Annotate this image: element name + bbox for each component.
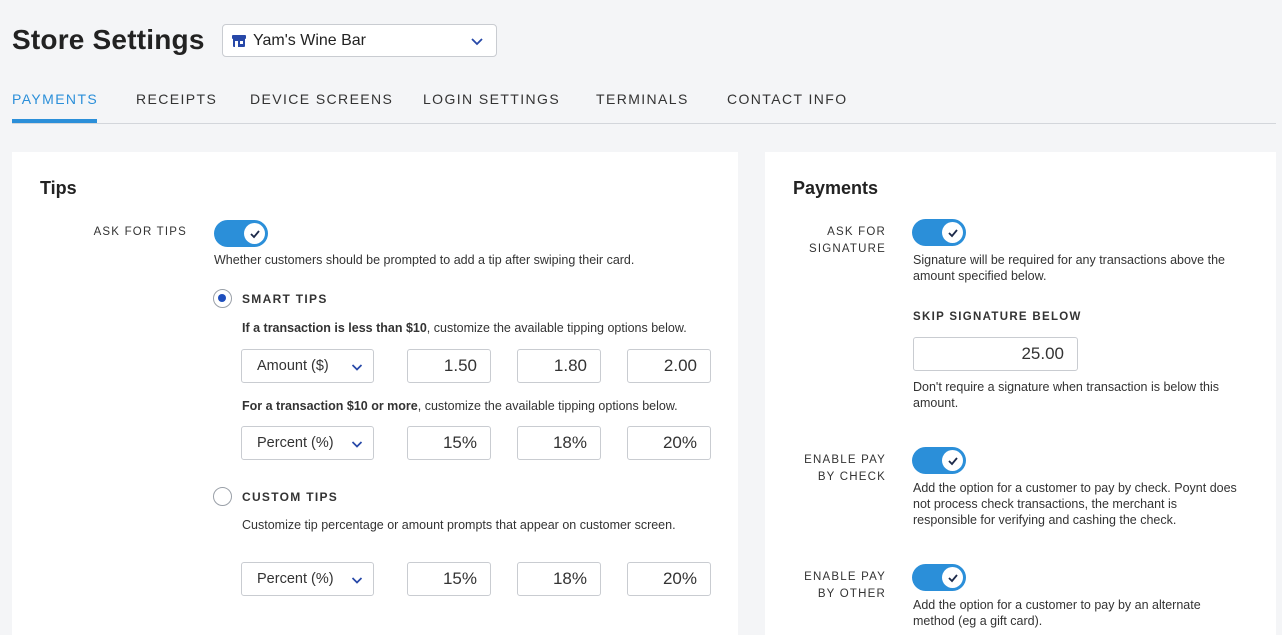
- over-help-bold: For a transaction $10 or more: [242, 399, 418, 413]
- page-title: Store Settings: [12, 24, 205, 55]
- chevron-down-icon: [470, 34, 484, 48]
- under-tip-option-2[interactable]: 1.80: [517, 349, 601, 383]
- tab-terminals[interactable]: TERMINALS: [596, 91, 689, 107]
- pay-by-other-label-line2: BY OTHER: [817, 588, 886, 600]
- pay-by-check-help: Add the option for a customer to pay by …: [913, 481, 1237, 527]
- skip-signature-amount-input[interactable]: 25.00: [913, 337, 1078, 371]
- under-tip-type-value: Amount ($): [257, 358, 329, 374]
- custom-tip-option-2[interactable]: 18%: [517, 562, 601, 596]
- payments-title: Payments: [793, 178, 879, 198]
- check-icon: [942, 567, 963, 588]
- ask-for-tips-label: ASK FOR TIPS: [93, 226, 187, 238]
- ask-for-signature-label: ASK FOR SIGNATURE: [785, 224, 886, 258]
- ask-for-tips-toggle[interactable]: [214, 220, 268, 247]
- tips-title: Tips: [40, 178, 77, 198]
- custom-tips-label: CUSTOM TIPS: [242, 490, 339, 504]
- custom-tip-option-1[interactable]: 15%: [407, 562, 491, 596]
- tab-contact-info[interactable]: CONTACT INFO: [727, 91, 848, 107]
- pay-by-other-label: ENABLE PAY BY OTHER: [785, 569, 886, 603]
- tab-payments[interactable]: PAYMENTS: [12, 91, 98, 107]
- pay-by-check-label-line1: ENABLE PAY: [804, 454, 886, 466]
- over-tip-option-2[interactable]: 18%: [517, 426, 601, 460]
- tab-login-settings[interactable]: LOGIN SETTINGS: [423, 91, 560, 107]
- ask-for-signature-label-line2: SIGNATURE: [808, 243, 886, 255]
- over-tip-option-3[interactable]: 20%: [627, 426, 711, 460]
- ask-for-signature-toggle[interactable]: [912, 219, 966, 246]
- pay-by-check-toggle[interactable]: [912, 447, 966, 474]
- tab-device-screens[interactable]: DEVICE SCREENS: [250, 91, 393, 107]
- smart-tips-label: SMART TIPS: [242, 292, 328, 306]
- store-icon: [231, 33, 247, 49]
- settings-tabs: PAYMENTS RECEIPTS DEVICE SCREENS LOGIN S…: [12, 84, 1276, 124]
- pay-by-other-label-line1: ENABLE PAY: [804, 571, 886, 583]
- pay-by-check-label: ENABLE PAY BY CHECK: [785, 452, 886, 486]
- smart-tips-radio[interactable]: [213, 289, 232, 308]
- ask-for-tips-help: Whether customers should be prompted to …: [214, 253, 635, 267]
- pay-by-other-help: Add the option for a customer to pay by …: [913, 598, 1201, 628]
- over-tip-option-1[interactable]: 15%: [407, 426, 491, 460]
- skip-signature-help: Don't require a signature when transacti…: [913, 380, 1220, 410]
- under-help-bold: If a transaction is less than $10: [242, 321, 427, 335]
- over-help-rest: , customize the available tipping option…: [417, 399, 678, 413]
- under-tip-option-3[interactable]: 2.00: [627, 349, 711, 383]
- ask-for-signature-help: Signature will be required for any trans…: [913, 253, 1225, 283]
- chevron-down-icon: [351, 360, 363, 372]
- custom-tip-type-value: Percent (%): [257, 571, 334, 587]
- payments-card: Payments ASK FOR SIGNATURE Signature wil…: [765, 152, 1276, 635]
- tab-receipts[interactable]: RECEIPTS: [136, 91, 217, 107]
- chevron-down-icon: [351, 573, 363, 585]
- custom-tips-help: Customize tip percentage or amount promp…: [242, 518, 676, 532]
- over-tip-type-select[interactable]: Percent (%): [241, 426, 374, 460]
- smart-tips-under-help: If a transaction is less than $10, custo…: [242, 320, 722, 336]
- store-selector-value: Yam's Wine Bar: [253, 31, 367, 49]
- chevron-down-icon: [351, 437, 363, 449]
- check-icon: [942, 222, 963, 243]
- over-tip-type-value: Percent (%): [257, 435, 334, 451]
- smart-tips-over-help: For a transaction $10 or more, customize…: [242, 398, 722, 414]
- check-icon: [942, 450, 963, 471]
- skip-signature-label: SKIP SIGNATURE BELOW: [913, 311, 1082, 323]
- store-selector[interactable]: Yam's Wine Bar: [222, 24, 497, 57]
- under-tip-type-select[interactable]: Amount ($): [241, 349, 374, 383]
- custom-tips-radio[interactable]: [213, 487, 232, 506]
- under-tip-option-1[interactable]: 1.50: [407, 349, 491, 383]
- under-help-rest: , customize the available tipping option…: [426, 321, 687, 335]
- check-icon: [244, 223, 265, 244]
- tips-card: Tips ASK FOR TIPS Whether customers shou…: [12, 152, 738, 635]
- pay-by-check-label-line2: BY CHECK: [817, 471, 886, 483]
- custom-tip-type-select[interactable]: Percent (%): [241, 562, 374, 596]
- ask-for-signature-label-line1: ASK FOR: [827, 226, 886, 238]
- active-tab-indicator: [12, 119, 97, 123]
- custom-tip-option-3[interactable]: 20%: [627, 562, 711, 596]
- pay-by-other-toggle[interactable]: [912, 564, 966, 591]
